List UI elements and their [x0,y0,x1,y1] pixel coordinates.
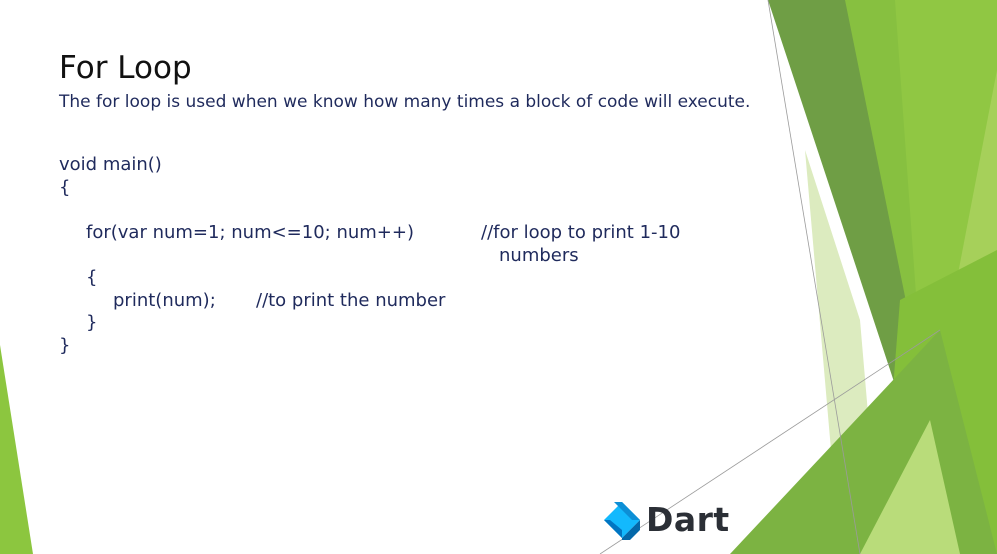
code-line-for: for(var num=1; num<=10; num++) [86,222,414,243]
slide-title: For Loop [59,50,192,86]
slide-subtitle: The for loop is used when we know how ma… [59,92,751,112]
code-comment-for-2: numbers [499,245,579,266]
left-green-sliver [0,345,33,554]
code-line-print: print(num); [113,290,216,311]
dart-logo-text: Dart [646,500,730,539]
code-line-main: void main() [59,154,162,175]
slide: For Loop The for loop is used when we kn… [0,0,997,554]
code-line-open-brace: { [59,177,71,198]
code-line-inner-open-brace: { [86,267,98,288]
code-comment-print: //to print the number [256,290,446,311]
code-line-inner-close-brace: } [86,312,98,333]
dart-logo-icon [604,502,640,540]
code-line-outer-close-brace: } [59,335,71,356]
dart-logo: Dart [598,498,740,544]
code-comment-for-1: //for loop to print 1-10 [481,222,681,243]
